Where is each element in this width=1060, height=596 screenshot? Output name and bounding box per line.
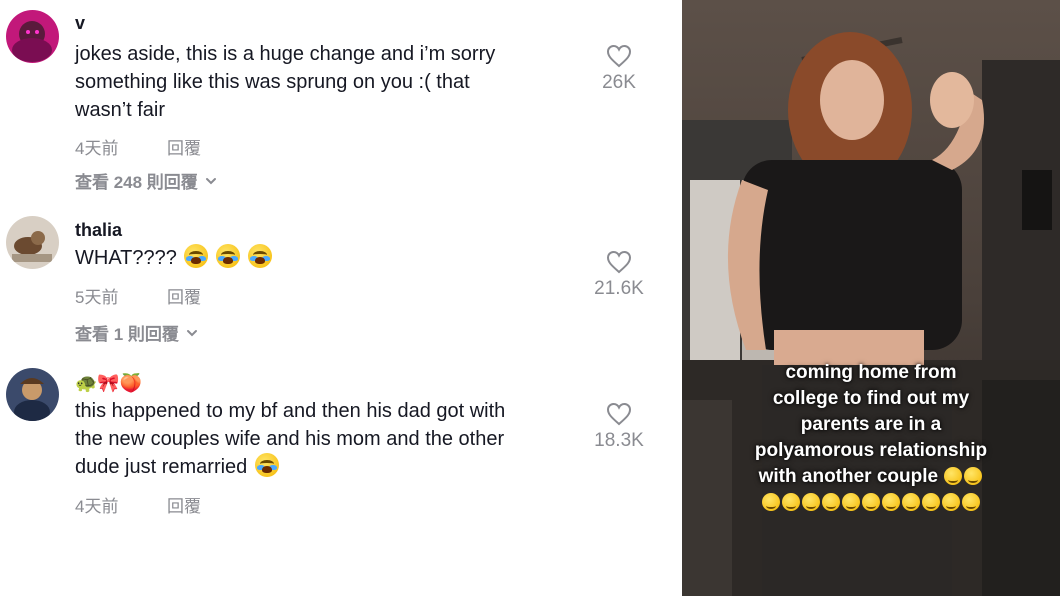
caption-line: with another couple: [758, 466, 939, 487]
chevron-down-icon: [205, 177, 216, 184]
comment-time: 4天前: [75, 497, 119, 516]
reply-button[interactable]: 回覆: [167, 492, 201, 517]
reply-button[interactable]: 回覆: [167, 283, 201, 308]
heart-outline-icon: [606, 250, 632, 274]
like-count: 18.3K: [594, 430, 644, 451]
username[interactable]: v: [75, 12, 85, 34]
caption-line: polyamorous relationship: [754, 440, 988, 461]
comment-text-line: wasn’t fair: [75, 99, 166, 121]
comment-text-line: jokes aside, this is a huge change and i…: [75, 43, 496, 65]
like-count: 26K: [602, 72, 636, 93]
caption-line: parents are in a: [800, 414, 942, 435]
comment-text-line: dude just remarried: [75, 456, 248, 478]
avatar[interactable]: [6, 216, 59, 269]
caption-line: college to find out my: [772, 388, 970, 409]
loudly-crying-face-icon: [247, 244, 272, 268]
caption-line: coming home from: [785, 362, 957, 383]
username[interactable]: 🐢🎀🍑: [75, 372, 142, 394]
smiley-icon: [762, 493, 780, 511]
comment-list: v jokes aside, this is a huge change and…: [0, 0, 682, 596]
smiley-icon: [944, 467, 963, 485]
chevron-down-icon: [186, 329, 197, 336]
smiley-icon: [842, 493, 860, 511]
smiley-icon: [822, 493, 840, 511]
loudly-crying-face-icon: [216, 244, 241, 268]
comment-text: this happened to my bf and then his dad …: [75, 397, 570, 481]
view-replies-label: 查看 1 則回覆: [75, 325, 179, 344]
loudly-crying-face-icon: [184, 244, 209, 268]
comment-meta: 4天前 回覆: [75, 134, 201, 159]
like-button[interactable]: 26K: [579, 44, 659, 94]
comment-text-line: the new couples wife and his mom and the…: [75, 428, 505, 450]
smiley-icon: [922, 493, 940, 511]
like-button[interactable]: 21.6K: [579, 250, 659, 300]
video-caption: coming home from college to find out my …: [682, 360, 1060, 516]
username[interactable]: thalia: [75, 219, 122, 241]
emoji-row: [682, 490, 1060, 516]
smiley-icon: [862, 493, 880, 511]
smiley-icon: [802, 493, 820, 511]
comment-time: 4天前: [75, 139, 119, 158]
comment-text: jokes aside, this is a huge change and i…: [75, 40, 570, 124]
smiley-icon: [964, 467, 983, 485]
comment-text-line: something like this was sprung on you :(…: [75, 71, 470, 93]
comment-text-line: WHAT????: [75, 247, 177, 269]
avatar[interactable]: [6, 10, 59, 63]
comment-meta: 5天前 回覆: [75, 283, 201, 308]
like-button[interactable]: 18.3K: [579, 402, 659, 452]
comment-time: 5天前: [75, 288, 119, 307]
smiley-icon: [782, 493, 800, 511]
comment-text: WHAT????: [75, 244, 570, 272]
avatar[interactable]: [6, 368, 59, 421]
smiley-icon: [882, 493, 900, 511]
video-player[interactable]: coming home from college to find out my …: [682, 0, 1060, 596]
smiley-icon: [942, 493, 960, 511]
view-replies-button[interactable]: 查看 1 則回覆: [75, 320, 199, 345]
comment-meta: 4天前 回覆: [75, 492, 201, 517]
comment-text-line: this happened to my bf and then his dad …: [75, 400, 506, 422]
smiley-icon: [902, 493, 920, 511]
heart-outline-icon: [606, 44, 632, 68]
loudly-crying-face-icon: [254, 453, 279, 477]
heart-outline-icon: [606, 402, 632, 426]
view-replies-button[interactable]: 查看 248 則回覆: [75, 168, 218, 193]
view-replies-label: 查看 248 則回覆: [75, 173, 198, 192]
smiley-icon: [962, 493, 980, 511]
reply-button[interactable]: 回覆: [167, 134, 201, 159]
like-count: 21.6K: [594, 278, 644, 299]
